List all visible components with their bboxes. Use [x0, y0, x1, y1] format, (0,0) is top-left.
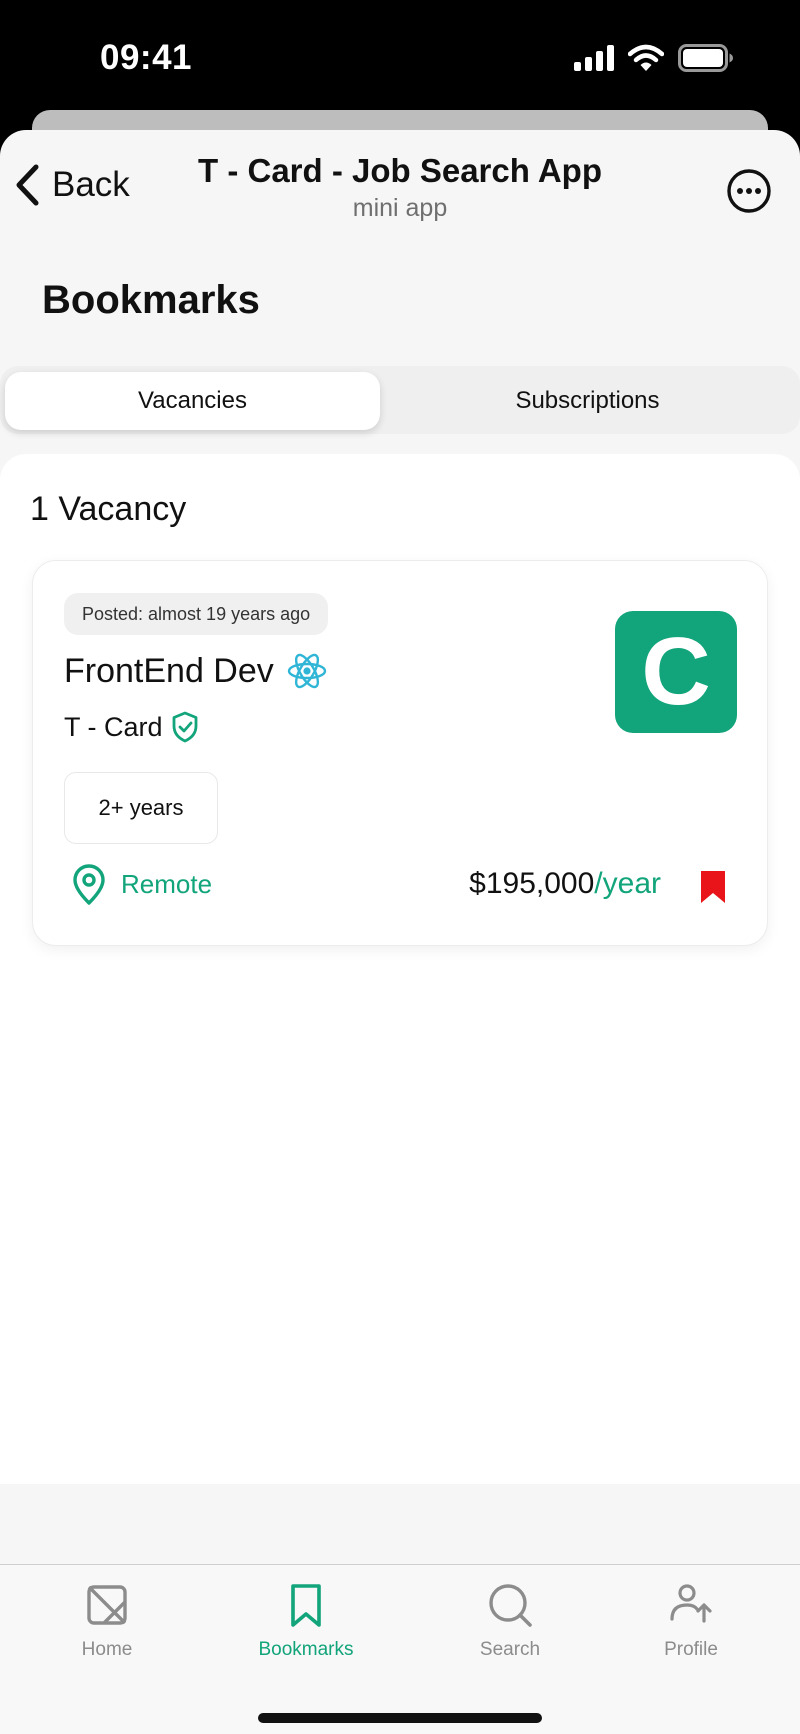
- profile-icon: [670, 1584, 712, 1623]
- cellular-signal-icon: [574, 45, 614, 71]
- home-icon: [87, 1585, 127, 1625]
- mini-app-sheet: Back T - Card - Job Search App mini app …: [0, 130, 800, 1734]
- home-indicator: [258, 1713, 542, 1723]
- results-count: 1 Vacancy: [30, 490, 187, 528]
- segment-vacancies[interactable]: Vacancies: [5, 372, 380, 430]
- bookmark-icon: [291, 1584, 321, 1627]
- status-icons: [574, 44, 734, 72]
- job-title: FrontEnd Dev: [64, 651, 274, 690]
- bookmark-filled-icon[interactable]: [699, 869, 727, 905]
- location: Remote: [71, 863, 212, 905]
- salary-amount: $195,000: [469, 867, 595, 900]
- tab-bookmarks-label: Bookmarks: [258, 1639, 354, 1660]
- job-title-row: FrontEnd Dev: [64, 651, 328, 691]
- vacancy-card[interactable]: Posted: almost 19 years ago FrontEnd Dev…: [32, 560, 768, 946]
- tab-home[interactable]: Home: [27, 1581, 187, 1661]
- tab-search[interactable]: Search: [430, 1581, 590, 1661]
- company-row: T - Card: [64, 711, 199, 743]
- salary: $195,000/year: [469, 867, 661, 901]
- tab-search-label: Search: [479, 1639, 541, 1660]
- tab-home-label: Home: [81, 1639, 133, 1660]
- status-bar: 09:41: [0, 0, 800, 120]
- tab-profile-label: Profile: [664, 1639, 718, 1660]
- tab-bookmarks[interactable]: Bookmarks: [226, 1581, 386, 1661]
- more-options-icon[interactable]: [726, 168, 772, 214]
- status-time: 09:41: [100, 38, 193, 77]
- location-label: Remote: [121, 868, 213, 899]
- app-title: T - Card - Job Search App: [198, 152, 602, 189]
- company-logo-letter: C: [641, 618, 711, 725]
- location-pin-icon: [73, 864, 105, 905]
- company-name: T - Card: [64, 711, 163, 742]
- search-icon: [489, 1584, 532, 1627]
- tab-bar: Home Bookmarks Search Profile: [0, 1564, 800, 1734]
- wifi-icon: [628, 44, 664, 71]
- bookmarks-list: 1 Vacancy Posted: almost 19 years ago Fr…: [0, 454, 800, 1484]
- tab-profile[interactable]: Profile: [611, 1581, 771, 1661]
- navigation-bar: Back T - Card - Job Search App mini app: [0, 130, 800, 230]
- verified-shield-icon: [172, 711, 197, 743]
- battery-icon: [678, 44, 733, 72]
- react-icon: [287, 653, 326, 689]
- segment-subscriptions[interactable]: Subscriptions: [400, 372, 775, 430]
- app-subtitle: mini app: [352, 194, 448, 222]
- page-title: Bookmarks: [42, 278, 260, 322]
- experience-tag: 2+ years: [64, 772, 218, 844]
- company-logo: C: [615, 611, 737, 733]
- posted-badge: Posted: almost 19 years ago: [64, 593, 329, 635]
- salary-period: /year: [594, 867, 661, 900]
- segmented-control: Vacancies Subscriptions: [0, 366, 800, 434]
